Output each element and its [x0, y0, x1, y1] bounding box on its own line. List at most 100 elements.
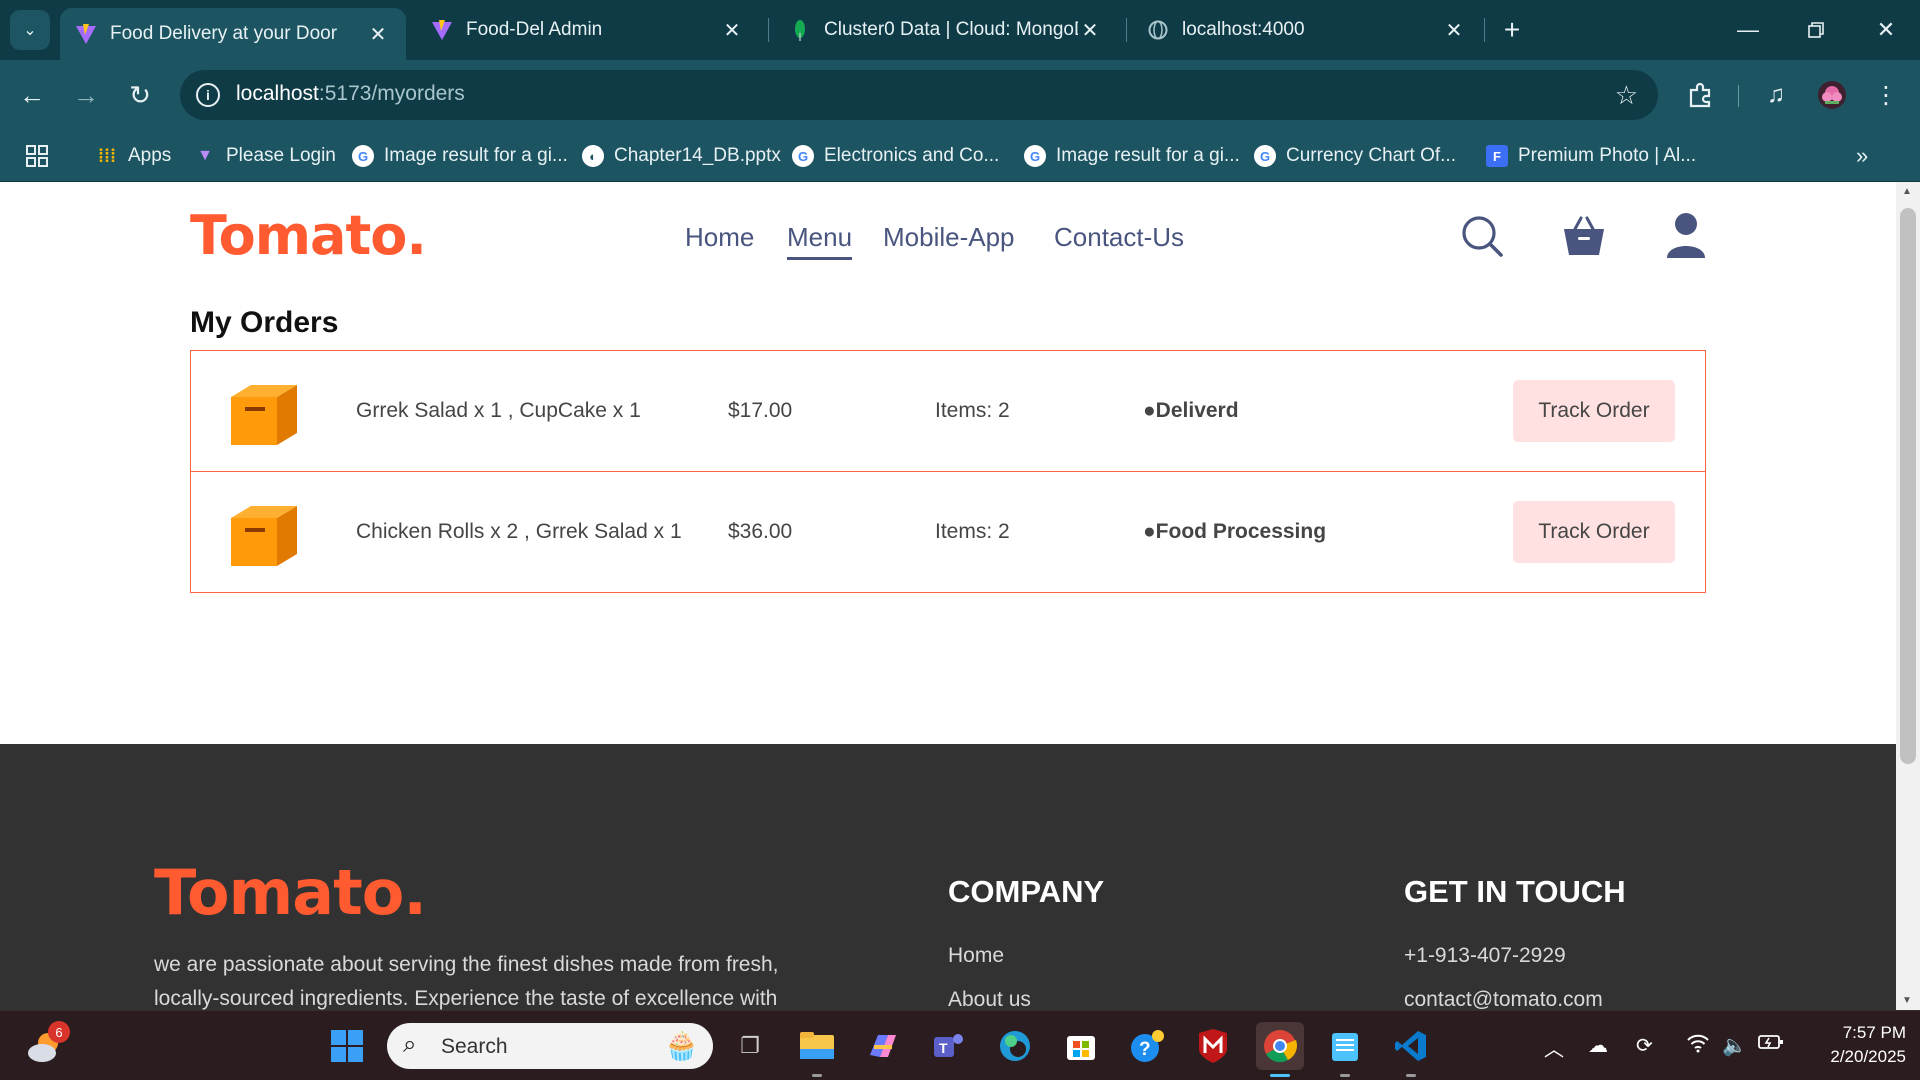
tab-separator — [1126, 18, 1127, 42]
google-icon: G — [1024, 145, 1046, 167]
tab-food-delivery[interactable]: Food Delivery at your Door ✕ — [60, 8, 406, 60]
tab-separator — [1484, 18, 1485, 42]
order-items: Chicken Rolls x 2 , Grrek Salad x 1 — [356, 520, 682, 543]
more-menu-icon[interactable]: ⋮ — [1868, 77, 1904, 113]
teams-icon[interactable]: T — [928, 1025, 970, 1067]
system-clock[interactable]: 7:57 PM 2/20/2025 — [1806, 1021, 1906, 1069]
bookmark-image-result-1[interactable]: G Image result for a gi... — [352, 142, 568, 170]
close-icon[interactable]: ✕ — [366, 22, 390, 46]
order-row: Grrek Salad x 1 , CupCake x 1 $17.00 Ite… — [190, 350, 1706, 472]
bookmark-label: Apps — [128, 145, 172, 166]
tab-groups-icon[interactable] — [26, 142, 48, 170]
search-icon[interactable] — [1458, 212, 1506, 260]
battery-icon[interactable] — [1758, 1033, 1784, 1057]
close-icon[interactable]: ✕ — [1078, 18, 1102, 42]
order-item-count: Items: 2 — [935, 520, 1010, 543]
minimize-icon[interactable]: — — [1728, 12, 1768, 48]
mcafee-icon[interactable] — [1192, 1025, 1234, 1067]
bookmark-label: Electronics and Co... — [824, 145, 1000, 166]
extensions-icon[interactable] — [1682, 77, 1718, 113]
site-info-icon[interactable]: i — [196, 83, 220, 107]
bookmark-label: Currency Chart Of... — [1286, 145, 1456, 166]
weather-widget[interactable]: 6 — [26, 1021, 70, 1067]
windows-start-icon[interactable] — [326, 1025, 368, 1067]
clock-time: 7:57 PM — [1842, 1023, 1906, 1042]
bookmark-currency-chart[interactable]: G Currency Chart Of... — [1254, 142, 1456, 170]
copilot-icon[interactable] — [862, 1025, 904, 1067]
footer-contact-heading: GET IN TOUCH — [1404, 874, 1626, 909]
file-explorer-icon[interactable] — [796, 1025, 838, 1077]
help-icon[interactable]: ? — [1126, 1025, 1168, 1067]
browser-tab-bar: ⌄ Food Delivery at your Door ✕ Food-Del … — [0, 0, 1920, 60]
orders-list: Grrek Salad x 1 , CupCake x 1 $17.00 Ite… — [190, 350, 1706, 593]
vite-icon — [74, 22, 98, 46]
address-bar[interactable]: i localhost:5173/myorders ☆ — [180, 70, 1658, 120]
chrome-icon[interactable] — [1256, 1022, 1304, 1077]
site-footer: Tomato. we are passionate about serving … — [0, 744, 1896, 1010]
reload-icon[interactable]: ↻ — [122, 77, 158, 113]
more-bookmarks-icon[interactable]: » — [1856, 142, 1868, 170]
url-host: localhost — [236, 82, 319, 105]
forward-arrow-icon[interactable]: → — [68, 77, 104, 113]
web-page: Tomato. Home Menu Mobile-App Contact-Us … — [0, 182, 1896, 1010]
track-order-button[interactable]: Track Order — [1513, 380, 1675, 442]
bookmark-star-icon[interactable]: ☆ — [1615, 80, 1638, 111]
tab-title: Cluster0 Data | Cloud: MongoDB — [824, 19, 1078, 40]
window-close-icon[interactable]: ✕ — [1866, 12, 1906, 48]
edge-icon[interactable] — [994, 1025, 1036, 1067]
footer-email: contact@tomato.com — [1404, 988, 1603, 1010]
nav-home[interactable]: Home — [685, 222, 754, 253]
scrollbar-thumb[interactable] — [1900, 208, 1916, 764]
url-text[interactable]: localhost:5173/myorders — [236, 82, 465, 106]
profile-avatar-icon[interactable] — [1814, 77, 1850, 113]
task-view-icon[interactable]: ❐ — [729, 1025, 771, 1067]
tab-localhost-4000[interactable]: localhost:4000 ✕ — [1132, 8, 1482, 52]
microsoft-store-icon[interactable] — [1060, 1025, 1102, 1067]
bookmark-chapter14[interactable]: ◐ Chapter14_DB.pptx — [582, 142, 781, 170]
onedrive-icon[interactable]: ☁ — [1588, 1033, 1608, 1058]
tab-mongodb[interactable]: Cluster0 Data | Cloud: MongoDB ✕ — [774, 8, 1118, 52]
vite-icon — [430, 18, 454, 42]
footer-link-about[interactable]: About us — [948, 988, 1031, 1010]
apps-grid-icon: ⁞⁞⁞ — [98, 145, 116, 166]
new-tab-button[interactable]: + — [1494, 12, 1530, 48]
search-label: Search — [441, 1035, 508, 1058]
site-logo[interactable]: Tomato. — [190, 204, 427, 267]
footer-company-heading: COMPANY — [948, 874, 1105, 909]
back-arrow-icon[interactable]: ← — [14, 77, 50, 113]
tab-title: localhost:4000 — [1182, 19, 1305, 40]
tab-search-button[interactable]: ⌄ — [10, 10, 50, 50]
taskbar-search[interactable]: ⌕ Search 🧁 — [387, 1023, 713, 1069]
tab-food-del-admin[interactable]: Food-Del Admin ✕ — [416, 8, 760, 52]
basket-icon[interactable] — [1560, 212, 1608, 260]
restore-icon[interactable] — [1796, 12, 1836, 48]
media-controls-icon[interactable]: ♫ — [1758, 77, 1794, 113]
close-icon[interactable]: ✕ — [720, 18, 744, 42]
scroll-down-icon[interactable]: ▼ — [1902, 995, 1912, 1006]
bookmark-image-result-2[interactable]: G Image result for a gi... — [1024, 142, 1240, 170]
globe-icon: ◐ — [582, 145, 604, 167]
volume-icon[interactable]: 🔈 — [1722, 1033, 1747, 1058]
page-scrollbar[interactable]: ▲ ▼ — [1896, 182, 1920, 1010]
notification-badge: 6 — [48, 1021, 70, 1043]
bookmark-premium-photo[interactable]: F Premium Photo | Al... — [1486, 142, 1696, 170]
nav-contact-us[interactable]: Contact-Us — [1054, 222, 1184, 253]
notepad-icon[interactable] — [1324, 1025, 1366, 1077]
bookmark-apps[interactable]: ⁞⁞⁞ Apps — [96, 142, 171, 170]
bookmark-electronics[interactable]: G Electronics and Co... — [792, 142, 999, 170]
bookmark-please-login[interactable]: ▼ Please Login — [194, 142, 336, 170]
sync-icon[interactable]: ⟳ — [1636, 1033, 1653, 1058]
wifi-icon[interactable] — [1686, 1033, 1710, 1059]
bookmarks-bar: ⁞⁞⁞ Apps ▼ Please Login G Image result for … — [0, 130, 1920, 182]
scroll-up-icon[interactable]: ▲ — [1902, 186, 1912, 197]
search-icon: ⌕ — [403, 1031, 417, 1058]
vscode-icon[interactable] — [1390, 1025, 1432, 1077]
show-hidden-icons-icon[interactable]: ︿ — [1544, 1033, 1564, 1062]
profile-icon[interactable] — [1662, 212, 1710, 260]
track-order-button[interactable]: Track Order — [1513, 501, 1675, 563]
nav-menu[interactable]: Menu — [787, 222, 853, 260]
nav-mobile-app[interactable]: Mobile-App — [883, 222, 1015, 253]
footer-link-home[interactable]: Home — [948, 944, 1004, 968]
close-icon[interactable]: ✕ — [1442, 18, 1466, 42]
tab-title: Food-Del Admin — [466, 19, 603, 40]
